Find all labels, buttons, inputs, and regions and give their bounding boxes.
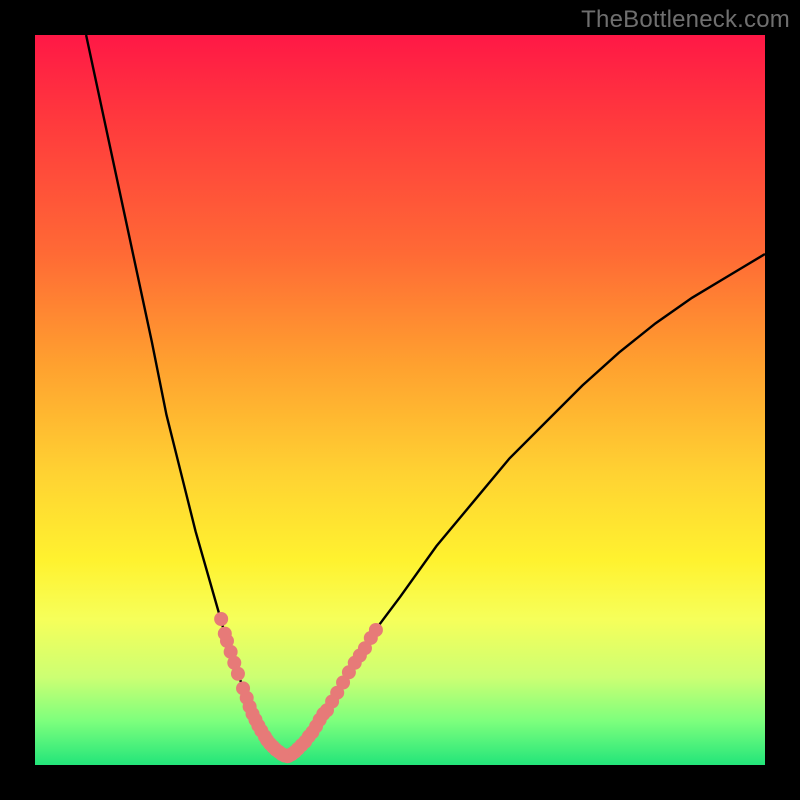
markers-left	[214, 612, 294, 763]
curve-right	[283, 254, 765, 756]
watermark-text: TheBottleneck.com	[581, 6, 790, 34]
data-point	[369, 623, 383, 637]
chart-frame: TheBottleneck.com	[0, 0, 800, 800]
curve-layer	[35, 35, 765, 765]
curve-left	[86, 35, 283, 756]
data-point	[214, 612, 228, 626]
data-point	[231, 667, 245, 681]
plot-area	[35, 35, 765, 765]
markers-right	[282, 623, 383, 763]
